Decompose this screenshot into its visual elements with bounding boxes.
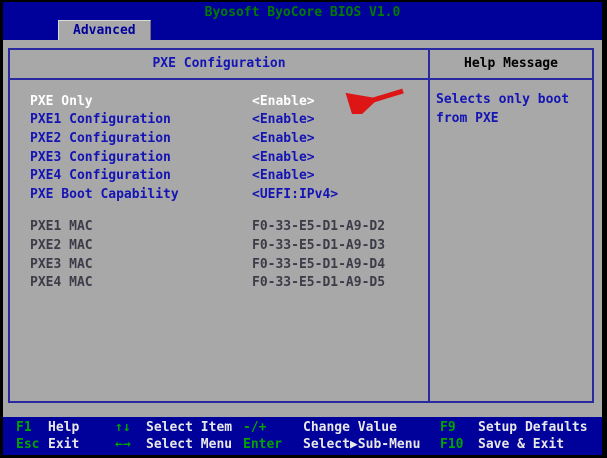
hint-f1-help: F1 Help bbox=[16, 420, 79, 435]
key-legend-row-1: F1 Help ↑↓ Select Item -/+ Change Value … bbox=[3, 420, 602, 437]
hint-enter-select-submenu: Enter Select▶Sub-Menu bbox=[243, 437, 420, 452]
mac-label: PXE4 MAC bbox=[30, 275, 252, 290]
menu-item-label: PXE3 Configuration bbox=[30, 150, 252, 165]
menu-item-pxe3-configuration[interactable]: PXE3 Configuration <Enable> bbox=[10, 148, 428, 167]
settings-list: PXE Only <Enable> PXE1 Configuration <En… bbox=[10, 80, 428, 401]
mac-row-pxe2: PXE2 MAC F0-33-E5-D1-A9-D3 bbox=[10, 236, 428, 255]
hint-f9-setup-defaults: F9 Setup Defaults bbox=[440, 420, 588, 435]
menu-item-pxe2-configuration[interactable]: PXE2 Configuration <Enable> bbox=[10, 129, 428, 148]
hint-label: Select Menu bbox=[146, 437, 232, 452]
hint-key: -/+ bbox=[243, 420, 303, 435]
hint-label: Save & Exit bbox=[478, 437, 564, 452]
panel-header: PXE Configuration Help Message bbox=[10, 50, 592, 80]
help-panel-title: Help Message bbox=[430, 56, 592, 71]
menu-item-value: <Enable> bbox=[252, 131, 315, 146]
hint-leftright-select-menu: ←→ Select Menu bbox=[115, 437, 232, 452]
mac-label: PXE2 MAC bbox=[30, 238, 252, 253]
mac-label: PXE3 MAC bbox=[30, 257, 252, 272]
hint-key: F9 bbox=[440, 420, 478, 435]
hint-label: Help bbox=[48, 420, 79, 435]
menu-item-value: <Enable> bbox=[252, 168, 315, 183]
hint-label: Select Item bbox=[146, 420, 232, 435]
title-bar: Byosoft ByoCore BIOS V1.0 Advanced bbox=[3, 2, 602, 40]
help-panel: Selects only boot from PXE bbox=[430, 80, 592, 401]
menu-item-label: PXE4 Configuration bbox=[30, 168, 252, 183]
mac-row-pxe3: PXE3 MAC F0-33-E5-D1-A9-D4 bbox=[10, 255, 428, 274]
mac-row-pxe1: PXE1 MAC F0-33-E5-D1-A9-D2 bbox=[10, 218, 428, 237]
hint-label: Exit bbox=[48, 437, 79, 452]
bios-body: Byosoft ByoCore BIOS V1.0 Advanced PXE C… bbox=[3, 2, 602, 455]
leftright-arrows-icon: ←→ bbox=[115, 437, 146, 452]
hint-key: Enter bbox=[243, 437, 303, 452]
hint-key: F10 bbox=[440, 437, 478, 452]
tab-advanced[interactable]: Advanced bbox=[58, 20, 151, 40]
hint-label: Select▶Sub-Menu bbox=[303, 437, 420, 452]
mac-address-list: PXE1 MAC F0-33-E5-D1-A9-D2 PXE2 MAC F0-3… bbox=[10, 218, 428, 292]
menu-item-value: <Enable> bbox=[252, 112, 315, 127]
updown-arrows-icon: ↑↓ bbox=[115, 420, 146, 435]
menu-item-value: <Enable> bbox=[252, 94, 315, 109]
menu-item-value: <Enable> bbox=[252, 150, 315, 165]
hint-label: Setup Defaults bbox=[478, 420, 588, 435]
bios-screen: Byosoft ByoCore BIOS V1.0 Advanced PXE C… bbox=[0, 0, 607, 458]
menu-item-pxe4-configuration[interactable]: PXE4 Configuration <Enable> bbox=[10, 166, 428, 185]
key-legend-row-2: Esc Exit ←→ Select Menu Enter Select▶Sub… bbox=[3, 437, 602, 454]
bios-title: Byosoft ByoCore BIOS V1.0 bbox=[3, 5, 602, 20]
menu-item-label: PXE1 Configuration bbox=[30, 112, 252, 127]
menu-item-label: PXE Boot Capability bbox=[30, 187, 252, 202]
hint-updown-select-item: ↑↓ Select Item bbox=[115, 420, 232, 435]
help-text: Selects only boot from PXE bbox=[436, 90, 586, 128]
mac-value: F0-33-E5-D1-A9-D2 bbox=[252, 219, 385, 234]
mac-value: F0-33-E5-D1-A9-D4 bbox=[252, 257, 385, 272]
hint-label: Change Value bbox=[303, 420, 397, 435]
menu-item-pxe1-configuration[interactable]: PXE1 Configuration <Enable> bbox=[10, 111, 428, 130]
menu-item-label: PXE2 Configuration bbox=[30, 131, 252, 146]
hint-key: Esc bbox=[16, 437, 48, 452]
mac-value: F0-33-E5-D1-A9-D3 bbox=[252, 238, 385, 253]
mac-label: PXE1 MAC bbox=[30, 219, 252, 234]
mac-row-pxe4: PXE4 MAC F0-33-E5-D1-A9-D5 bbox=[10, 273, 428, 292]
page-title: PXE Configuration bbox=[10, 56, 428, 71]
main-panel: PXE Configuration Help Message PXE Only … bbox=[8, 48, 594, 403]
hint-f10-save-exit: F10 Save & Exit bbox=[440, 437, 564, 452]
hint-esc-exit: Esc Exit bbox=[16, 437, 79, 452]
key-legend-bar: F1 Help ↑↓ Select Item -/+ Change Value … bbox=[3, 417, 602, 455]
menu-item-value: <UEFI:IPv4> bbox=[252, 187, 338, 202]
mac-value: F0-33-E5-D1-A9-D5 bbox=[252, 275, 385, 290]
hint-plusminus-change-value: -/+ Change Value bbox=[243, 420, 397, 435]
menu-item-pxe-only[interactable]: PXE Only <Enable> bbox=[10, 92, 428, 111]
menu-item-pxe-boot-capability[interactable]: PXE Boot Capability <UEFI:IPv4> bbox=[10, 185, 428, 204]
hint-key: F1 bbox=[16, 420, 48, 435]
menu-item-label: PXE Only bbox=[30, 94, 252, 109]
